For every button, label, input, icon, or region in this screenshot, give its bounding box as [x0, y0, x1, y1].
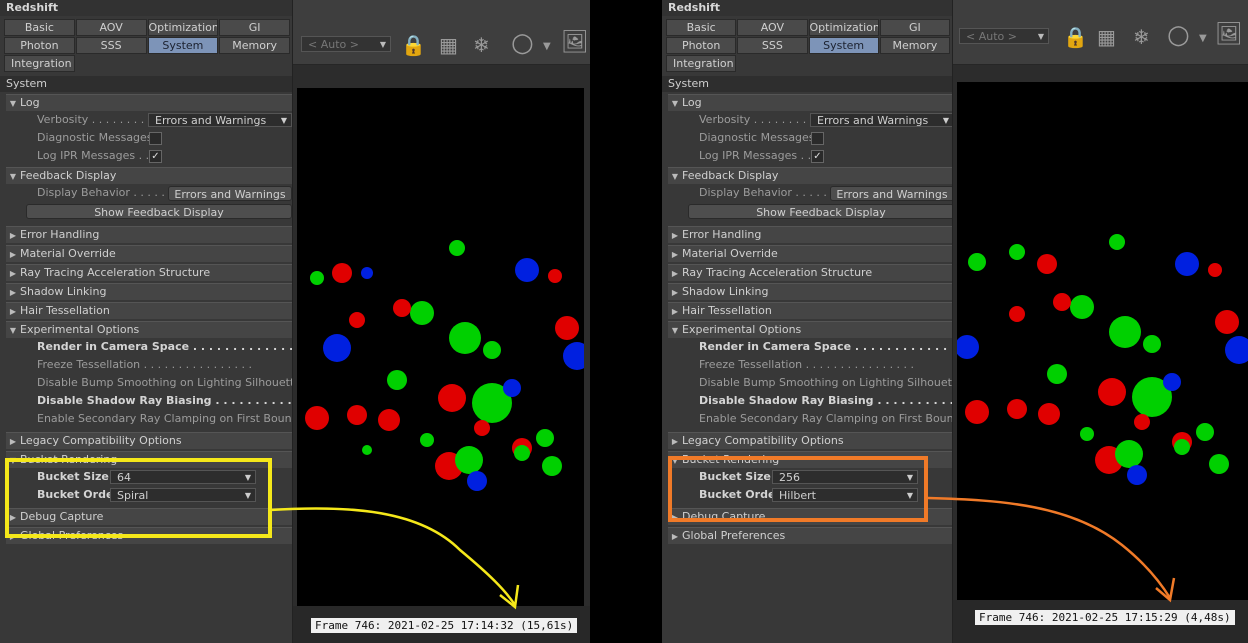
screenshot-left: Redshift Basic AOV Optimization GI Photo… — [0, 0, 590, 643]
annotation-arrow-yellow — [269, 507, 520, 610]
divider — [590, 0, 662, 643]
annotation-arrow-orange — [927, 496, 1176, 603]
screenshot-right: Redshift Basic AOV Optimization GI Photo… — [662, 0, 1248, 643]
